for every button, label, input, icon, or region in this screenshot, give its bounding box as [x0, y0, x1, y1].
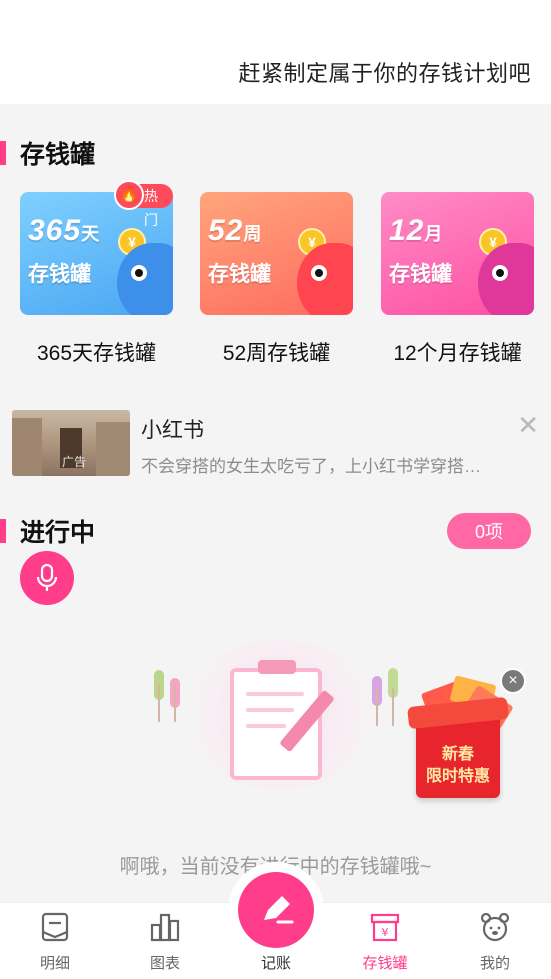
close-icon[interactable]: × — [500, 668, 526, 694]
tree-icon — [388, 668, 398, 726]
tab-label: 我的 — [479, 955, 510, 972]
jar-card-subtitle: 存钱罐 — [208, 263, 271, 286]
jar-name[interactable]: 12个月存钱罐 — [381, 337, 534, 367]
section-accent-bar — [0, 519, 6, 543]
jar-card[interactable]: 12月 存钱罐 ¥ — [381, 192, 534, 315]
promo-floating-banner[interactable]: 新春 限时特惠 × — [404, 668, 526, 804]
close-icon[interactable]: ✕ — [517, 410, 539, 441]
slogan-text: 赶紧制定属于你的存钱计划吧 — [238, 61, 531, 86]
jar-card-number: 365天 — [28, 214, 101, 247]
ad-thumbnail[interactable]: 广告 — [12, 410, 130, 476]
microphone-icon — [36, 563, 58, 591]
record-button[interactable] — [238, 872, 314, 948]
in-progress-title-text: 进行中 — [20, 519, 96, 547]
piggy-section-title: 存钱罐 — [0, 137, 95, 169]
flame-icon: 🔥 — [114, 180, 144, 210]
tab-profile[interactable]: 我的 — [440, 903, 550, 979]
jar-card-subtitle: 存钱罐 — [28, 263, 91, 286]
in-progress-title: 进行中 — [0, 515, 95, 547]
jar-list: 365天 存钱罐 ¥ 🔥 热门 365天存钱罐 52周 存钱罐 ¥ 52周存钱罐… — [20, 180, 540, 372]
jar-12-months[interactable]: 12月 存钱罐 ¥ 12个月存钱罐 — [381, 192, 534, 367]
ad-banner[interactable]: 广告 小红书 不会穿搭的女生太吃亏了，上小红书学穿搭… ✕ — [0, 400, 551, 486]
ad-description[interactable]: 不会穿搭的女生太吃亏了，上小红书学穿搭… — [141, 452, 481, 477]
tree-icon — [372, 676, 382, 726]
tab-charts[interactable]: 图表 — [110, 903, 220, 979]
top-bar: 赶紧制定属于你的存钱计划吧 — [0, 0, 551, 104]
hot-badge: 🔥 热门 — [114, 180, 173, 228]
svg-text:¥: ¥ — [382, 926, 389, 939]
jar-card-number: 52周 — [208, 214, 263, 247]
chart-icon — [150, 913, 180, 942]
voice-input-button[interactable] — [20, 551, 74, 605]
jar-card-number: 12月 — [389, 214, 444, 247]
tab-label: 存钱罐 — [362, 955, 408, 972]
tab-label: 记账 — [260, 955, 291, 972]
tree-icon — [170, 678, 180, 722]
jar-name[interactable]: 365天存钱罐 — [20, 337, 173, 367]
jar-card-subtitle: 存钱罐 — [389, 263, 452, 286]
tree-icon — [154, 670, 164, 722]
promo-text[interactable]: 新春 限时特惠 — [416, 744, 500, 788]
jar-name[interactable]: 52周存钱罐 — [200, 337, 353, 367]
pen-icon — [264, 896, 294, 924]
piggy-box-icon: ¥ — [370, 913, 400, 942]
tab-piggy-bank[interactable]: ¥ 存钱罐 — [330, 903, 440, 979]
ad-label: 广告 — [62, 455, 87, 469]
piggy-section-title-text: 存钱罐 — [20, 141, 96, 169]
ad-title[interactable]: 小红书 — [141, 414, 204, 444]
jar-52-weeks[interactable]: 52周 存钱罐 ¥ 52周存钱罐 — [200, 192, 353, 367]
empty-state-illustration — [150, 630, 410, 800]
bear-icon — [480, 912, 510, 942]
tab-record[interactable]: 记账 — [228, 862, 324, 979]
jar-card[interactable]: 52周 存钱罐 ¥ — [200, 192, 353, 315]
section-accent-bar — [0, 141, 6, 165]
in-progress-count-badge[interactable]: 0项 — [447, 513, 531, 549]
ledger-icon — [41, 912, 69, 942]
jar-365-days[interactable]: 365天 存钱罐 ¥ 🔥 热门 365天存钱罐 — [20, 180, 173, 367]
tab-label: 图表 — [149, 955, 180, 972]
tab-label: 明细 — [39, 955, 70, 972]
tab-details[interactable]: 明细 — [0, 903, 110, 979]
